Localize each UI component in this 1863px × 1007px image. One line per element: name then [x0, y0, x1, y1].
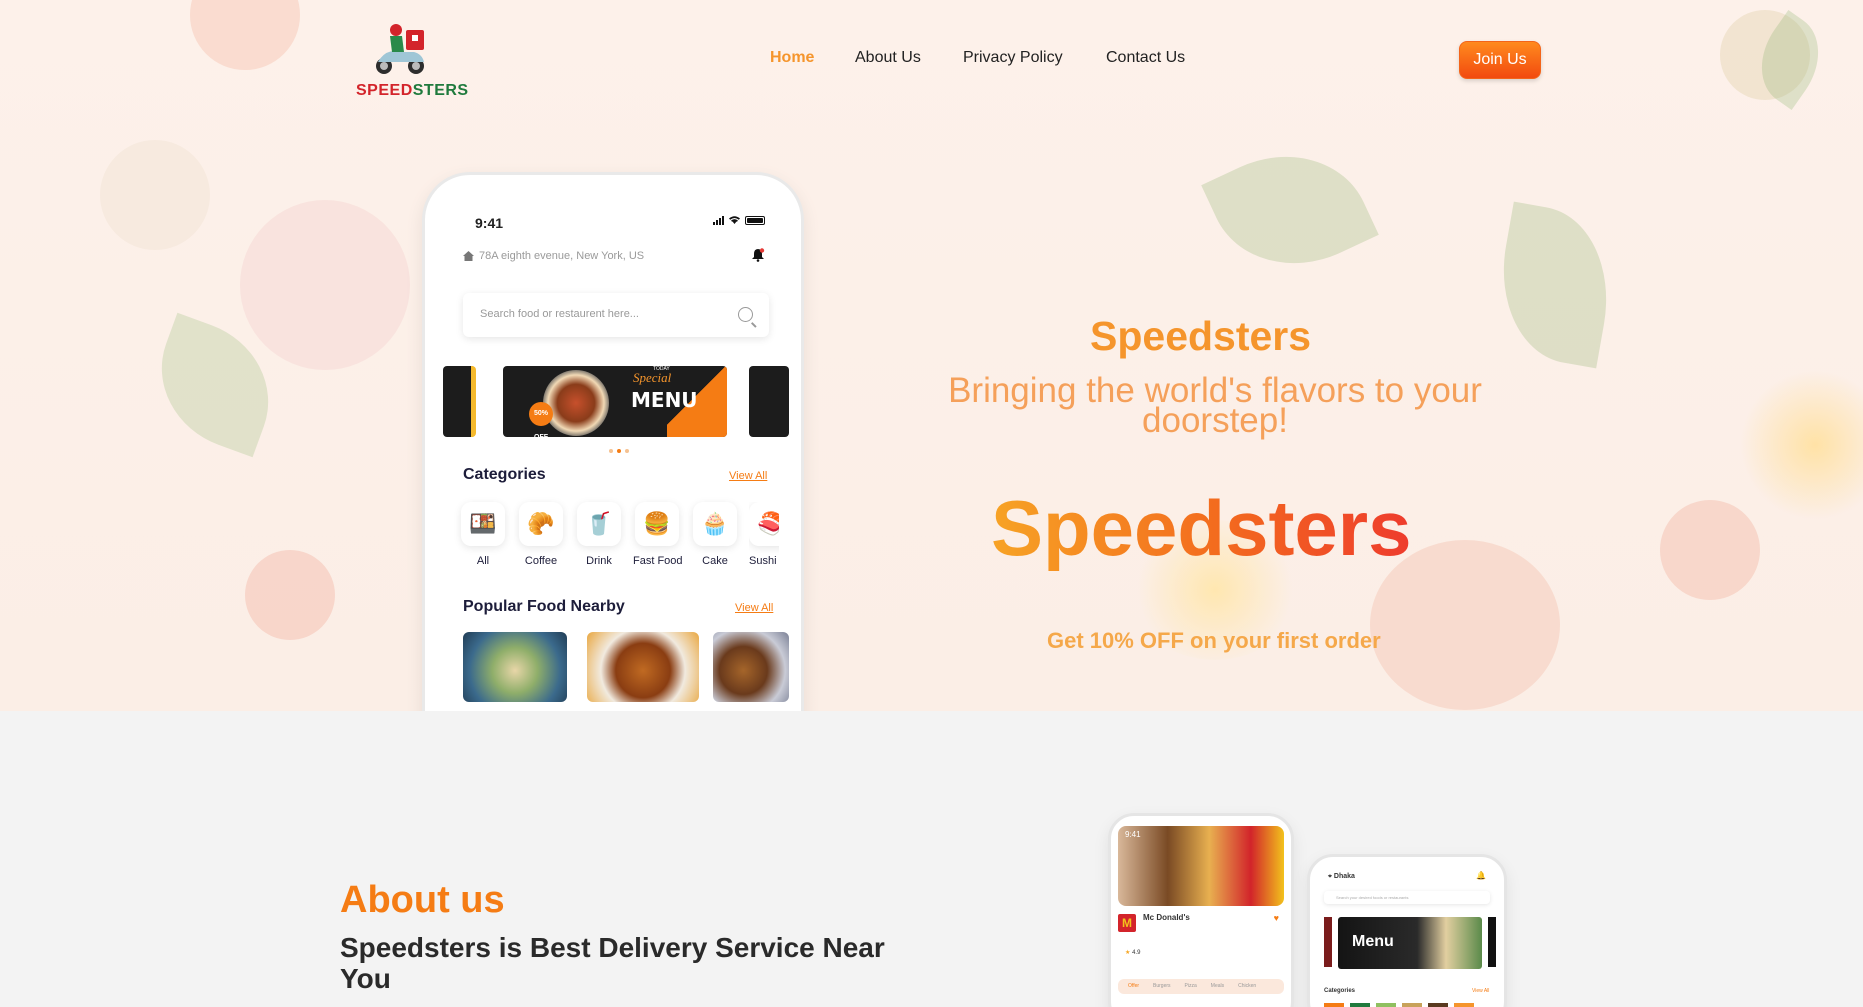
categories-view-all-link[interactable]: View All: [729, 470, 767, 482]
bell-icon[interactable]: 🔔: [1476, 871, 1486, 880]
phone-time: 9:41: [475, 215, 504, 231]
category-all[interactable]: 🍱 All: [459, 502, 507, 567]
category-drink[interactable]: 🥤 Drink: [575, 502, 623, 567]
phone-status-bar: [713, 215, 765, 225]
decor-garlic-blob: [100, 140, 210, 250]
burger-icon: 🍔: [635, 502, 679, 546]
mini-view-all-link[interactable]: View All: [1472, 988, 1489, 994]
hero-brand-title: Speedsters: [1090, 313, 1312, 359]
hero-section: SPEEDSTERS Home About Us Privacy Policy …: [0, 0, 1863, 711]
banner-menu: MENU: [631, 388, 698, 412]
decor-leaf: [1487, 201, 1623, 369]
hero-offer-text: Get 10% OFF on your first order: [1047, 628, 1381, 653]
phone-address: 78A eighth evenue, New York, US: [463, 250, 644, 262]
mini-categories-heading: Categories: [1324, 988, 1356, 994]
mini-category-row: [1324, 1003, 1474, 1007]
hero-big-brand: Speedsters: [991, 484, 1412, 572]
banner-slide-next[interactable]: [749, 366, 789, 437]
nav-link-home[interactable]: Home: [770, 49, 814, 67]
hero-tagline: Bringing the world's flavors to your doo…: [948, 371, 1482, 440]
mini-banner-menu[interactable]: Menu: [1338, 917, 1482, 969]
popular-view-all-link[interactable]: View All: [735, 602, 773, 614]
restaurant-name: Mc Donald's: [1143, 913, 1190, 922]
category-coffee[interactable]: 🥐 Coffee: [517, 502, 565, 567]
nav-link-about-us[interactable]: About Us: [855, 49, 921, 67]
heart-icon[interactable]: ♥: [1274, 913, 1279, 923]
about-section-title: Speedsters is Best Delivery Service Near…: [340, 932, 885, 994]
restaurant-tabs[interactable]: Offer Burgers Pizza Meals Chicken: [1118, 979, 1284, 994]
battery-icon: [745, 216, 765, 225]
mini-phone-restaurant: 9:41 M Mc Donald's ♥ ★ 4.9 Offer Burgers P…: [1108, 813, 1294, 1007]
sushi-icon: 🍣: [749, 502, 779, 546]
decor-tomato-blob: [1660, 500, 1760, 600]
discount-badge: 50% OFF: [529, 402, 553, 437]
mini-phone-home: ⌖ Dhaka 🔔 Search your desired foods or r…: [1307, 854, 1507, 1007]
carousel-dots[interactable]: [609, 449, 629, 453]
search-icon: [738, 307, 753, 322]
categories-heading: Categories: [463, 466, 546, 483]
mini-search-input[interactable]: Search your desired foods or restaurants: [1324, 891, 1490, 904]
cupcake-icon: 🧁: [693, 502, 737, 546]
decor-onion-blob: [240, 200, 410, 370]
nav-link-privacy-policy[interactable]: Privacy Policy: [963, 49, 1063, 67]
banner-special: Special: [633, 370, 672, 385]
phone-mockup: 9:41 78A eighth evenue, New York, US Sea…: [422, 172, 804, 711]
restaurant-rating: ★ 4.9: [1125, 950, 1141, 956]
signal-icon: [713, 216, 724, 225]
mini-banner-next: [1488, 917, 1496, 967]
about-section-label: About us: [340, 879, 505, 921]
mini-banner-prev: [1324, 917, 1332, 967]
category-fast-food[interactable]: 🍔 Fast Food: [633, 502, 683, 567]
mcdonalds-logo-icon: M: [1118, 914, 1136, 932]
decor-tomato-blob: [190, 0, 300, 70]
scooter-icon: [376, 24, 424, 74]
wifi-icon: [729, 216, 740, 224]
decor-glow: [1740, 370, 1863, 520]
food-plate-image: [543, 370, 609, 436]
drink-icon: 🥤: [577, 502, 621, 546]
logo[interactable]: SPEEDSTERS: [356, 14, 469, 104]
croissant-icon: 🥐: [519, 502, 563, 546]
food-card-chicken-image[interactable]: [587, 632, 699, 702]
notification-bell-icon[interactable]: [751, 248, 765, 262]
popular-food-heading: Popular Food Nearby: [463, 598, 625, 615]
category-cake[interactable]: 🧁 Cake: [691, 502, 739, 567]
nav-link-contact-us[interactable]: Contact Us: [1106, 49, 1185, 67]
phone-search-input[interactable]: Search food or restaurent here...: [463, 293, 769, 337]
banner-slide-special-menu[interactable]: 50% OFF TODAY Special MENU: [503, 366, 727, 437]
food-card-noodles-image[interactable]: [463, 632, 567, 702]
category-sushi[interactable]: 🍣Sushi: [749, 502, 779, 567]
logo-wordmark: SPEEDSTERS: [356, 82, 469, 99]
decor-tomato-blob: [245, 550, 335, 640]
home-icon: [463, 251, 474, 261]
join-us-button[interactable]: Join Us: [1459, 41, 1541, 79]
banner-slide-prev[interactable]: [443, 366, 476, 437]
location-label: ⌖ Dhaka: [1328, 873, 1355, 880]
lunchbox-icon: 🍱: [461, 502, 505, 546]
restaurant-cover-image: [1118, 826, 1284, 906]
decor-leaf: [1201, 126, 1379, 294]
food-card-roast-image[interactable]: [713, 632, 789, 702]
